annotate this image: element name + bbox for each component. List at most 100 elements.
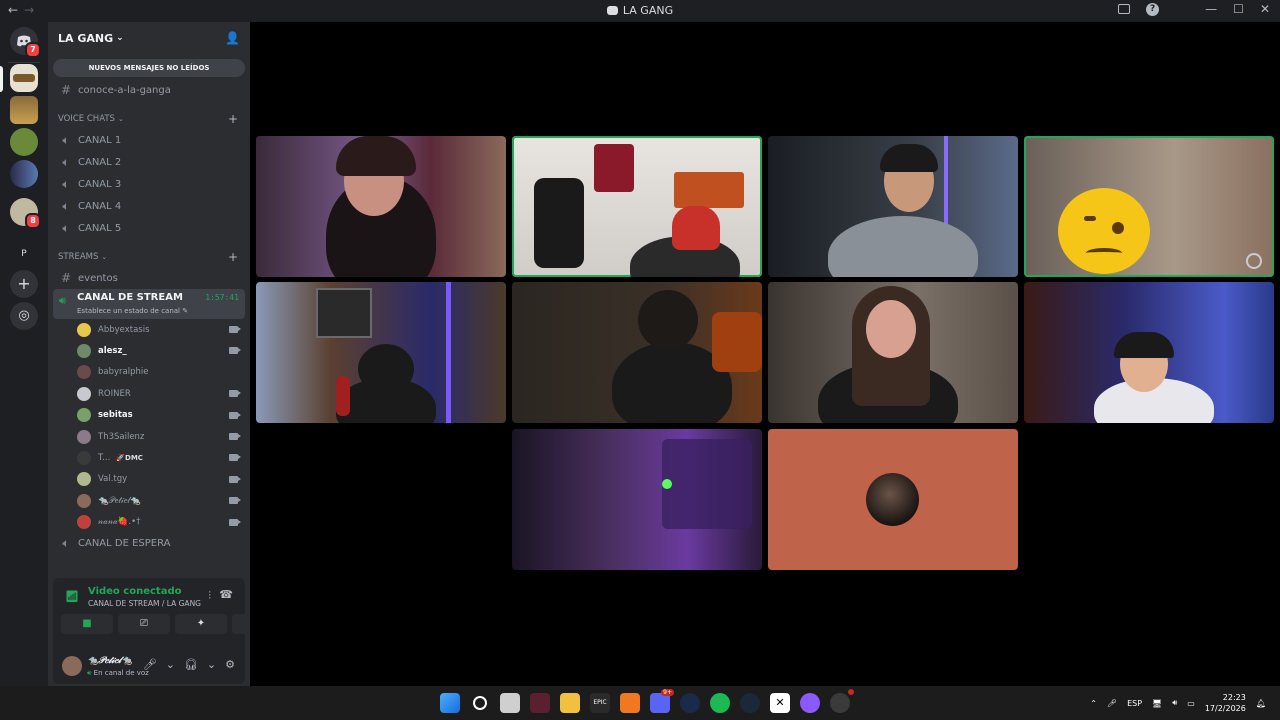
voice-channel-1[interactable]: 🔈︎ CANAL 1 (48, 129, 250, 151)
clock-time: 22:23 (1222, 693, 1246, 702)
video-tile[interactable] (512, 136, 762, 277)
channel-label: CANAL 2 (78, 156, 122, 168)
create-channel-icon[interactable]: + (228, 250, 238, 264)
voice-member[interactable]: Val.tgy (48, 469, 250, 490)
server-letter: P (21, 249, 27, 259)
start-button[interactable] (440, 693, 460, 713)
create-channel-icon[interactable]: + (228, 112, 238, 126)
voice-status[interactable]: Video conectado (88, 586, 181, 597)
app-icon-orange[interactable] (620, 693, 640, 713)
voice-channel-4[interactable]: 🔈︎ CANAL 4 (48, 195, 250, 217)
video-tile[interactable] (256, 136, 506, 277)
close-button[interactable]: ✕ (1260, 2, 1270, 16)
add-server-button[interactable]: + (10, 270, 38, 298)
task-view-icon[interactable] (500, 693, 520, 713)
inbox-icon[interactable] (1118, 4, 1131, 14)
server-icon-4[interactable] (10, 160, 38, 188)
language-indicator[interactable]: ESP (1127, 699, 1142, 708)
voice-member-list: Abbyextasis alesz_ babyralphie ROINER sebita… (48, 319, 250, 533)
voice-member[interactable]: Th3Sailenz (48, 426, 250, 447)
voice-member[interactable]: Abbyextasis (48, 319, 250, 340)
voice-member[interactable]: alesz_ (48, 340, 250, 361)
camera-button[interactable]: ■ (61, 614, 113, 634)
app-icon-gray[interactable] (830, 689, 854, 713)
voice-member[interactable]: T... 🚀DMC (48, 447, 250, 468)
voice-member[interactable]: babyralphie (48, 362, 250, 383)
steam-icon[interactable] (740, 693, 760, 713)
server-badge: 8 (25, 213, 41, 229)
server-icon-2[interactable] (10, 96, 38, 124)
file-explorer-icon[interactable] (560, 693, 580, 713)
voice-member[interactable]: sebitas (48, 405, 250, 426)
gear-icon[interactable]: ⚙ (225, 658, 235, 671)
guild-header[interactable]: LA GANG ⌄ 👤 (48, 22, 250, 54)
server-la-gang[interactable] (10, 64, 38, 92)
epic-games-icon[interactable]: EPIC (590, 693, 610, 713)
notification-bell-icon[interactable]: 🔔︎ (1256, 699, 1266, 708)
video-tile-avatar[interactable] (768, 429, 1018, 570)
video-tile[interactable] (256, 282, 506, 423)
microphone-icon[interactable]: 🎤︎ (143, 658, 157, 671)
clock[interactable]: 22:23 17/2/2026 (1205, 692, 1246, 714)
voice-channel-3[interactable]: 🔈︎ CANAL 3 (48, 173, 250, 195)
member-name: T... (98, 453, 111, 464)
video-tile[interactable] (768, 282, 1018, 423)
video-tile[interactable] (1024, 136, 1274, 277)
discord-taskbar-icon[interactable]: 9+ (650, 689, 674, 713)
voice-channel-2[interactable]: 🔈︎ CANAL 2 (48, 151, 250, 173)
network-icon[interactable]: 🖥︎ (1152, 699, 1162, 708)
server-icon-3[interactable] (10, 128, 38, 156)
username[interactable]: 🐀𝒫𝑒𝓉𝒾𝑒𝓁🐀 (87, 656, 132, 666)
server-folder-p[interactable]: P (10, 234, 38, 262)
chevron-down-icon[interactable]: ⌄ (166, 658, 175, 671)
app-icon-purple[interactable] (800, 693, 820, 713)
video-tile[interactable] (1024, 282, 1274, 423)
category-voice-chats[interactable]: VOICE CHATS ⌄ + (48, 109, 250, 129)
voice-member[interactable]: 𝓃𝒶𝓃𝒶🍓.•† (48, 512, 250, 533)
activities-button[interactable]: ✦ (175, 614, 227, 634)
voice-location[interactable]: CANAL DE STREAM / LA GANG (88, 599, 201, 608)
chevron-down-icon[interactable]: ⌄ (207, 658, 216, 671)
microphone-icon[interactable]: 🎤︎ (1107, 699, 1117, 708)
invite-people-icon[interactable]: 👤 (225, 31, 240, 45)
app-icon-red[interactable] (530, 693, 550, 713)
channel-label: CANAL 4 (78, 200, 122, 212)
avatar (77, 386, 91, 401)
volume-icon[interactable]: 🔊︎ (1172, 698, 1177, 708)
search-icon[interactable] (473, 696, 487, 710)
video-tile[interactable] (768, 136, 1018, 277)
minimize-button[interactable]: — (1205, 2, 1217, 16)
video-tile[interactable] (512, 282, 762, 423)
direct-messages-button[interactable]: 7 (10, 27, 41, 58)
signal-icon[interactable]: 📶︎ (65, 590, 79, 603)
battery-icon[interactable]: ▭ (1187, 699, 1195, 708)
help-icon[interactable]: ? (1146, 2, 1160, 16)
avatar[interactable] (62, 656, 82, 676)
server-icon-5[interactable]: 8 (10, 198, 41, 229)
app-icon-blue[interactable] (680, 693, 700, 713)
share-screen-button[interactable]: ⎚ (118, 614, 170, 634)
set-channel-status[interactable]: Establece un estado de canal ✎ (77, 307, 188, 315)
voice-member[interactable]: ROINER (48, 383, 250, 404)
voice-channel-stream-active[interactable]: 🔊︎ CANAL DE STREAM Establece un estado d… (53, 289, 245, 319)
channel-conoce-a-la-ganga[interactable]: # conoce-a-la-ganga (48, 79, 250, 101)
noise-suppression-icon[interactable]: ⫶ (208, 589, 211, 603)
voice-member[interactable]: 🐀𝒫𝑒𝓉𝒾𝑒𝓁🐀 (48, 490, 250, 511)
video-tile[interactable] (512, 429, 762, 570)
voice-channel-espera[interactable]: 🔈︎ CANAL DE ESPERA (48, 533, 250, 555)
disconnect-icon[interactable]: ☎︎ (219, 588, 233, 601)
active-server-pill (0, 66, 3, 92)
volume-icon[interactable] (1246, 253, 1262, 269)
maximize-button[interactable]: ☐ (1233, 2, 1244, 16)
chevron-up-icon[interactable]: ⌃ (1090, 699, 1097, 708)
category-streams[interactable]: STREAMS ⌄ + (48, 247, 250, 267)
explore-button[interactable]: ◎ (10, 302, 38, 330)
channel-sidebar: LA GANG ⌄ 👤 NUEVOS MENSAJES NO LEÍDOS # co… (48, 22, 284, 686)
avatar (77, 451, 91, 466)
xbox-icon[interactable]: ✕ (770, 693, 790, 713)
spotify-icon[interactable] (710, 693, 730, 713)
headphones-icon[interactable]: 🎧︎ (184, 658, 198, 671)
channel-eventos[interactable]: # eventos (48, 267, 250, 289)
unread-banner[interactable]: NUEVOS MENSAJES NO LEÍDOS (53, 59, 245, 77)
voice-channel-5[interactable]: 🔈︎ CANAL 5 (48, 217, 250, 239)
